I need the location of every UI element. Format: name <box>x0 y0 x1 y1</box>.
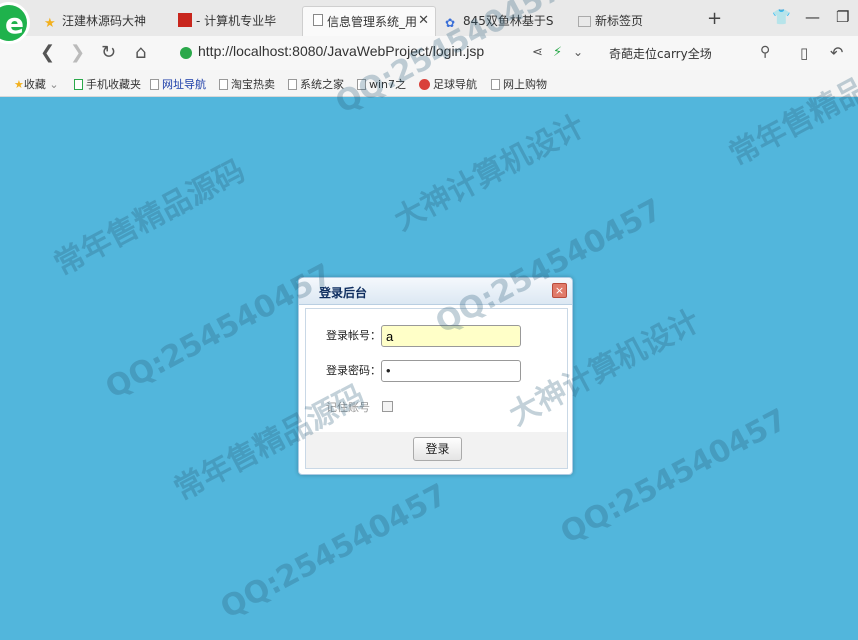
login-dialog: 登录后台 × 登录帐号： 登录密码： • 记住账号 登录 <box>298 277 573 475</box>
page-icon <box>288 79 297 90</box>
page-icon <box>491 79 500 90</box>
page-icon <box>150 79 159 90</box>
phone-icon[interactable]: ▯ <box>800 44 808 62</box>
dialog-title: 登录后台 <box>319 286 368 300</box>
account-input[interactable] <box>381 325 521 347</box>
bookmark-label: 足球导航 <box>433 78 477 91</box>
bookmark-label: 手机收藏夹 <box>86 78 141 91</box>
bookmark-label: 网址导航 <box>162 78 206 91</box>
watermark-text: 大神计算机设计 <box>388 108 591 238</box>
home-icon[interactable]: ⌂ <box>135 42 146 63</box>
bookmark-label: 收藏 <box>23 78 46 91</box>
bookmark-football[interactable]: 足球导航 <box>419 76 477 92</box>
tab-2[interactable]: - 计算机专业毕 <box>178 6 300 36</box>
chevron-down-icon[interactable]: ⌄ <box>573 45 583 59</box>
password-input[interactable]: • <box>381 360 521 382</box>
tab-3-active[interactable]: 信息管理系统_用 ✕ <box>302 6 436 36</box>
tab-label: 汪建林源码大神 <box>62 14 147 28</box>
tab-label: 845双鱼林基于S <box>463 14 554 28</box>
tab-1[interactable]: ★ 汪建林源码大神 <box>44 6 169 36</box>
phone-icon <box>74 79 83 90</box>
page-icon <box>313 14 323 26</box>
page-icon <box>357 79 366 90</box>
tab-label: - 计算机专业毕 <box>196 14 277 28</box>
dialog-footer: 登录 <box>305 432 568 469</box>
minimize-icon[interactable]: — <box>805 8 820 26</box>
share-icon[interactable]: ⋖ <box>532 45 543 60</box>
bookmark-label: 淘宝热卖 <box>231 78 275 91</box>
remember-label: 记住账号 <box>326 401 370 414</box>
star-icon: ★ <box>44 16 56 31</box>
secure-icon <box>180 47 192 59</box>
watermark-text: QQ:254540457 <box>555 402 793 551</box>
new-tab-button[interactable]: + <box>707 8 722 29</box>
bookmark-syshome[interactable]: 系统之家 <box>288 76 344 92</box>
tab-label: 新标签页 <box>595 14 644 28</box>
password-label: 登录密码： <box>326 364 381 377</box>
watermark-text: QQ:254540457 <box>215 477 453 626</box>
bookmark-label: win7之 <box>369 78 407 91</box>
tab-4[interactable]: ✿ 845双鱼林基于S <box>445 6 555 36</box>
tab-label: 信息管理系统_用 <box>327 15 418 29</box>
bookmark-win7[interactable]: win7之 <box>357 76 406 92</box>
account-label: 登录帐号： <box>326 329 381 342</box>
paw-icon: ✿ <box>445 16 456 30</box>
browser-tab-bar: e ★ 汪建林源码大神 - 计算机专业毕 信息管理系统_用 ✕ ✿ 845双鱼林基于… <box>0 0 858 44</box>
back-icon[interactable]: ❮ <box>40 42 55 63</box>
address-bar: ❮ ❯ ↻ ⌂ http://localhost:8080/JavaWebPro… <box>0 36 858 71</box>
bookmark-nav[interactable]: 网址导航 <box>150 76 206 92</box>
site-icon <box>178 13 192 27</box>
login-button[interactable]: 登录 <box>413 437 462 461</box>
bookmark-taobao[interactable]: 淘宝热卖 <box>219 76 275 92</box>
lightning-icon[interactable]: ⚡ <box>553 45 562 60</box>
password-value: • <box>386 363 391 378</box>
bookmark-label: 系统之家 <box>300 78 344 91</box>
search-suggestion[interactable]: 奇葩走位carry全场 <box>609 45 712 62</box>
skin-icon[interactable]: 👕 <box>772 8 791 26</box>
url-text: http://localhost:8080/JavaWebProject/log… <box>198 43 485 59</box>
tab-5[interactable]: 新标签页 <box>578 6 668 36</box>
ball-icon <box>419 79 430 90</box>
login-form: 登录帐号： 登录密码： • 记住账号 <box>305 308 568 434</box>
search-icon[interactable]: ⚲ <box>760 44 770 60</box>
remember-checkbox[interactable] <box>382 401 393 412</box>
bookmark-label: 网上购物 <box>503 78 547 91</box>
chevron-down-icon: ⌄ <box>45 78 59 91</box>
dialog-header: 登录后台 × <box>299 278 572 305</box>
url-field[interactable]: http://localhost:8080/JavaWebProject/log… <box>198 43 484 59</box>
bookmark-mobile[interactable]: 手机收藏夹 <box>74 76 141 92</box>
maximize-icon[interactable]: ❐ <box>836 8 849 26</box>
bookmark-shopping[interactable]: 网上购物 <box>491 76 547 92</box>
grid-icon <box>578 16 591 27</box>
bookmark-favorites[interactable]: ★收藏 ⌄ <box>14 76 59 92</box>
page-icon <box>219 79 228 90</box>
watermark-text: 常年售精品源码 <box>48 153 251 283</box>
bookmarks-bar: ★收藏 ⌄ 手机收藏夹 网址导航 淘宝热卖 系统之家 win7之 足球导航 网上… <box>0 70 858 97</box>
close-icon[interactable]: × <box>552 283 567 298</box>
undo-icon[interactable]: ↶ <box>830 43 843 62</box>
forward-icon[interactable]: ❯ <box>70 42 85 63</box>
tab-close-icon[interactable]: ✕ <box>418 13 429 28</box>
star-icon: ★ <box>14 78 24 91</box>
reload-icon[interactable]: ↻ <box>101 42 116 63</box>
